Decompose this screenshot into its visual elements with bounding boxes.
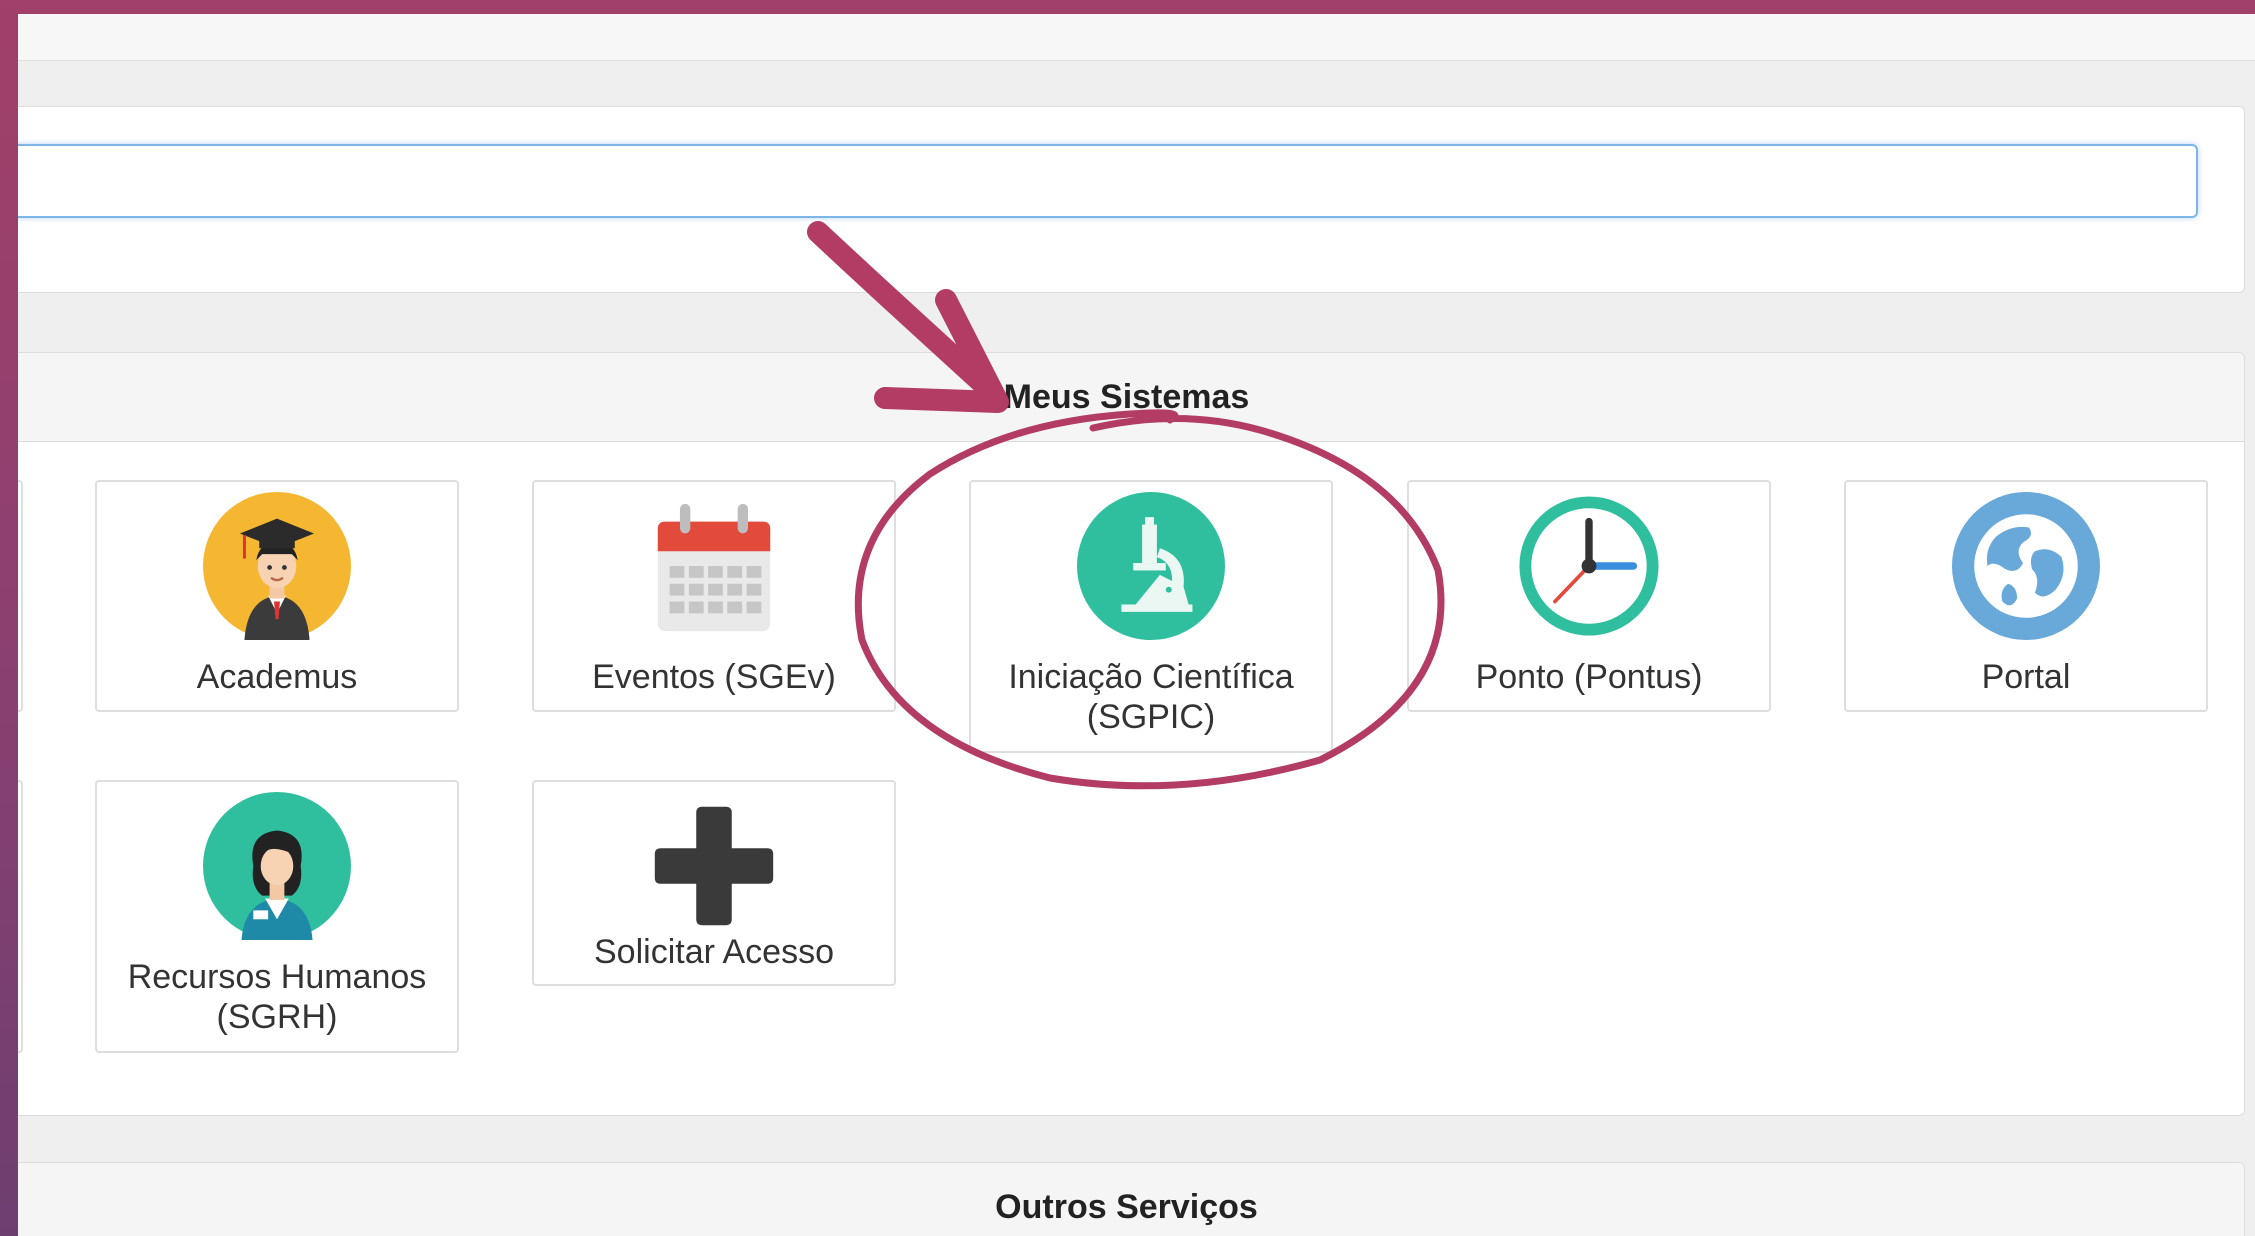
tile-label: Portal [1981, 658, 2071, 696]
browser-viewport: Meus Sistemas Academus Eventos (SGEv) In… [18, 14, 2255, 1236]
tile-label: Ponto (Pontus) [1475, 658, 1703, 696]
my-systems-panel: Meus Sistemas Academus Eventos (SGEv) In… [18, 352, 2245, 1116]
tile-label: Academus [196, 658, 358, 696]
my-systems-title: Meus Sistemas [18, 353, 2244, 442]
top-bar [18, 14, 2255, 61]
tile-academus[interactable]: Academus [95, 480, 459, 712]
tile-partial-left-2[interactable] [18, 780, 23, 1053]
tile-partial-left-1[interactable] [18, 480, 23, 712]
graduate-icon [203, 492, 351, 640]
tile-label: Recursos Humanos (SGRH) [127, 958, 427, 1036]
tile-iniciacao-cientifica[interactable]: Iniciação Científica (SGPIC) [969, 480, 1333, 753]
employee-icon [203, 792, 351, 940]
tile-eventos[interactable]: Eventos (SGEv) [532, 480, 896, 712]
other-services-panel: Outros Serviços [18, 1162, 2245, 1236]
search-panel [18, 106, 2245, 293]
tile-solicitar-acesso[interactable]: Solicitar Acesso [532, 780, 896, 986]
search-input[interactable] [18, 144, 2198, 218]
tile-label: Solicitar Acesso [594, 933, 834, 971]
microscope-icon [1077, 492, 1225, 640]
calendar-icon [657, 503, 771, 632]
tile-ponto[interactable]: Ponto (Pontus) [1407, 480, 1771, 712]
tile-portal[interactable]: Portal [1844, 480, 2208, 712]
tile-label: Iniciação Científica (SGPIC) [1008, 658, 1294, 736]
globe-icon [1952, 492, 2100, 640]
tile-recursos-humanos[interactable]: Recursos Humanos (SGRH) [95, 780, 459, 1053]
plus-icon [654, 806, 774, 926]
clock-icon [1519, 496, 1659, 636]
tile-label: Eventos (SGEv) [592, 658, 836, 696]
other-services-title: Outros Serviços [18, 1163, 2244, 1236]
